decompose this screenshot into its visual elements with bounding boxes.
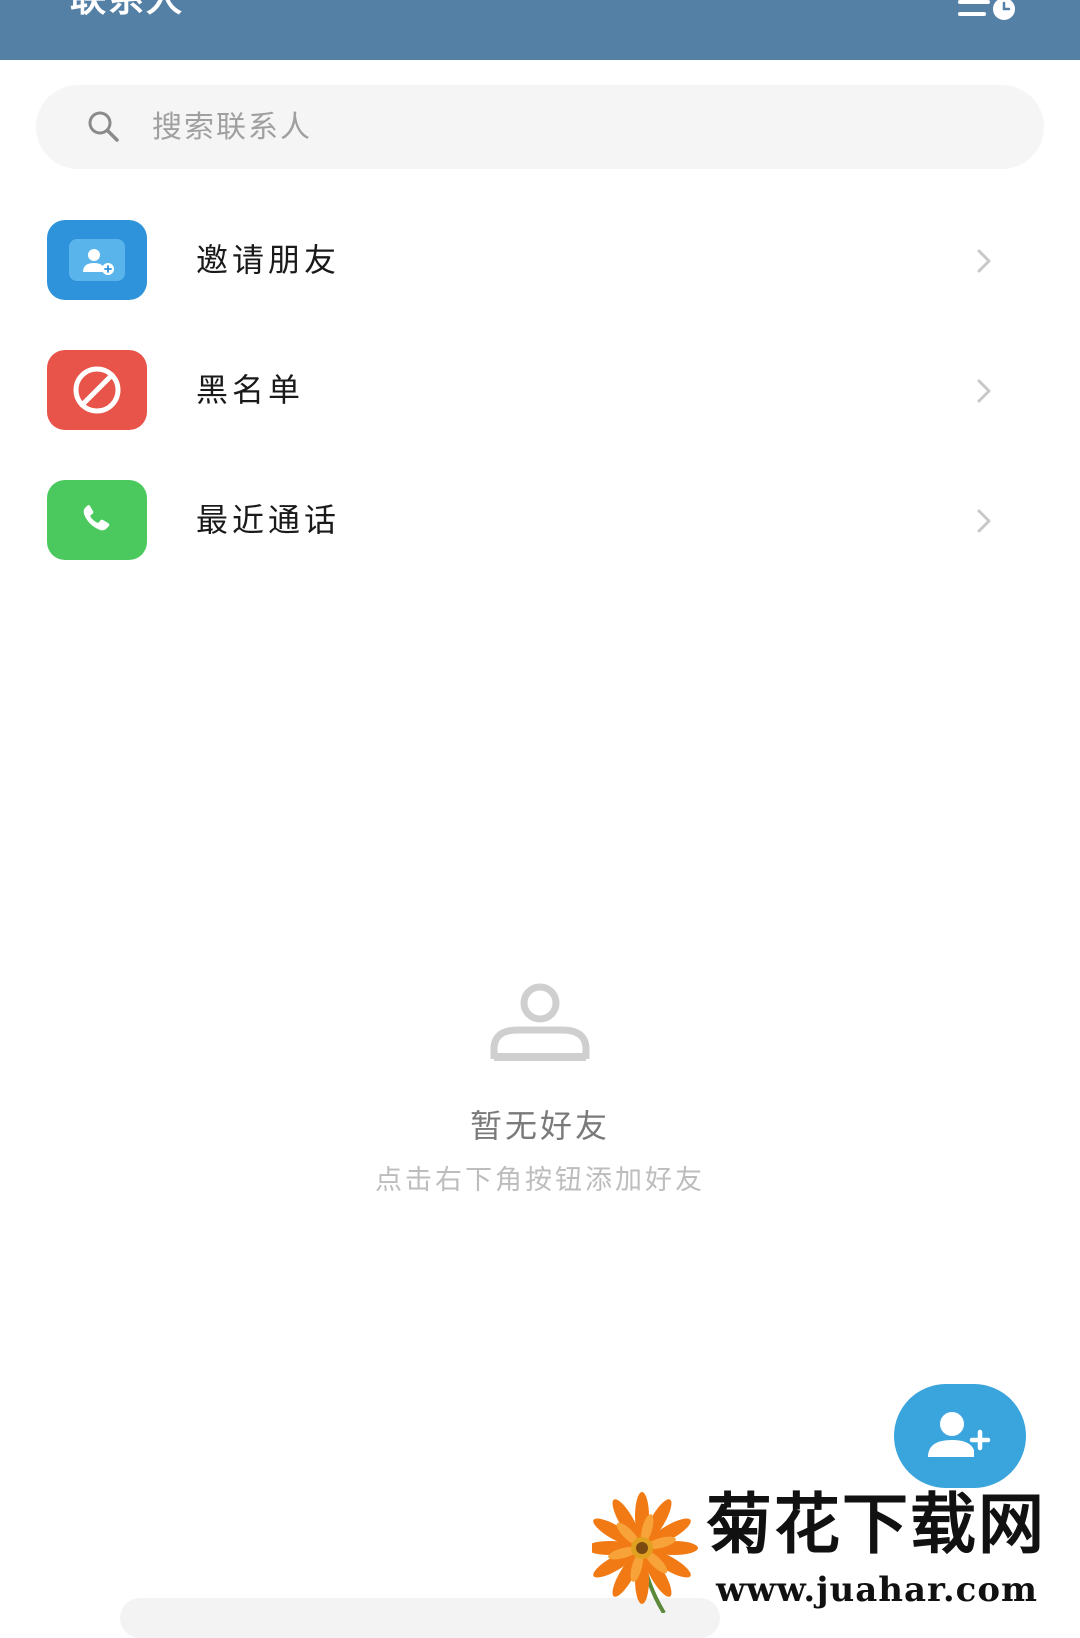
list-clock-icon[interactable] [956,0,1018,26]
add-person-icon [928,1412,991,1457]
app-header: 联系人 [0,0,1080,60]
add-friend-button[interactable] [894,1384,1026,1488]
menu-item-label: 黑名单 [196,371,305,409]
page-title: 联系人 [70,0,184,20]
watermark-title: 菊花下载网 [706,1486,1046,1563]
person-outline-icon [488,983,592,1063]
chevron-right-icon [974,508,994,534]
search-input[interactable] [152,101,992,153]
search-icon [86,109,122,145]
menu-item-invite-friends[interactable]: 邀请朋友 [0,210,1080,310]
flower-logo-icon [586,1490,704,1615]
empty-state-hint: 点击右下角按钮添加好友 [375,1165,705,1196]
menu-item-label: 最近通话 [196,501,341,539]
empty-state-title: 暂无好友 [469,1107,610,1145]
chevron-right-icon [974,378,994,404]
watermark-url: www.juahar.com [716,1570,1039,1610]
block-icon [47,350,147,430]
invite-friend-icon [47,220,147,300]
chevron-right-icon [974,248,994,274]
phone-icon [47,480,147,560]
watermark: 菊花下载网 www.juahar.com [586,1486,1080,1615]
menu-item-recent-calls[interactable]: 最近通话 [0,470,1080,570]
menu-item-blacklist[interactable]: 黑名单 [0,340,1080,440]
search-bar[interactable] [36,85,1044,169]
menu-item-label: 邀请朋友 [196,241,341,279]
